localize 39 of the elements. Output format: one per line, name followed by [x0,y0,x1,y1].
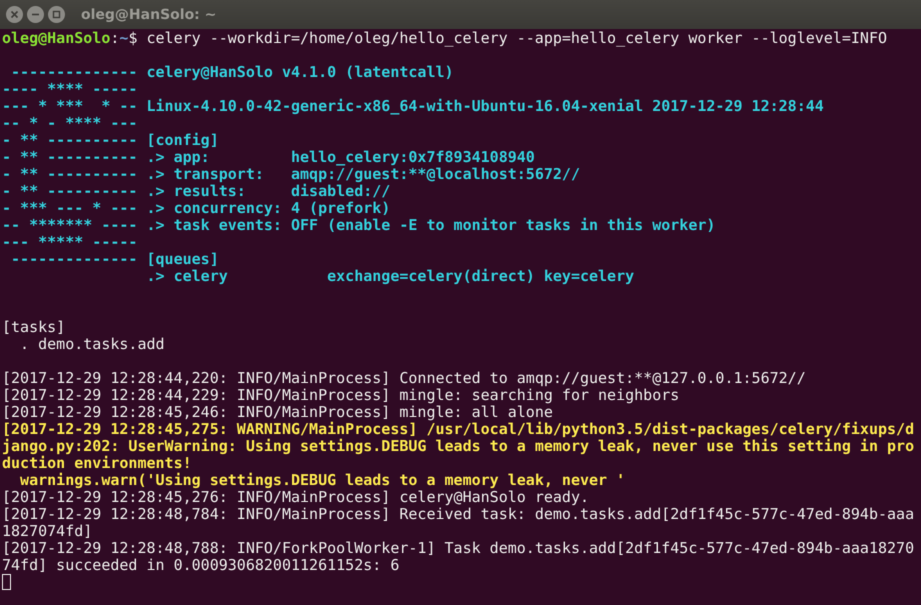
log-line: [2017-12-29 12:28:44,229: INFO/MainProcess] mingle: searching for neighbors [2,387,680,404]
log-line: 74fd] succeeded in 0.0009306820011261152s: 6 [2,557,400,574]
banner-line: -- ******* ---- .> task events: OFF (enable -E to monitor tasks in this worker) [2,217,716,234]
log-line: [2017-12-29 12:28:48,788: INFO/ForkPoolWorker-1] Task demo.tasks.add[2df1f45c-577c-47ed-894b-aaa18270 [2,540,914,557]
log-line: [2017-12-29 12:28:45,276: INFO/MainProcess] celery@HanSolo ready. [2,489,589,506]
text-cursor [2,574,11,590]
warning-line: duction environments! [2,455,192,472]
banner-line: - ** ---------- .> transport: amqp://guest:**@localhost:5672// [2,166,580,183]
warning-line: [2017-12-29 12:28:45,275: WARNING/MainProcess] /usr/local/lib/python3.5/dist-packages/celery/fixups/d [2,421,914,438]
warning-line: jango.py:202: UserWarning: Using settings.DEBUG leads to a memory leak, never use this setting in pro [2,438,914,455]
prompt-user: oleg@HanSolo [2,30,110,47]
banner-line: - *** --- * --- .> concurrency: 4 (prefork) [2,200,390,217]
close-icon [10,10,19,19]
log-line: 1827074fd] [2,523,92,540]
window-title: oleg@HanSolo: ~ [81,6,216,22]
prompt-separator: : [110,30,120,47]
banner-line: --- ***** ----- [2,234,138,251]
maximize-icon [52,10,61,19]
banner-line: -------------- celery@HanSolo v4.1.0 (latentcall) [10,64,454,81]
maximize-button[interactable] [48,6,65,23]
close-button[interactable] [6,6,23,23]
banner-line: - ** ---------- .> app: hello_celery:0x7f8934108940 [2,149,535,166]
prompt-symbol: $ [128,30,138,47]
banner-line: --- * *** * -- Linux-4.10.0-42-generic-x86_64-with-Ubuntu-16.04-xenial 2017-12-29 12:28:44 [2,98,824,115]
banner-line: ---- **** ----- [2,81,138,98]
log-line: . demo.tasks.add [19,336,165,353]
banner-line: - ** ---------- [config] [2,132,219,149]
log-line: [2017-12-29 12:28:44,220: INFO/MainProcess] Connected to amqp://guest:**@127.0.0.1:5672// [2,370,806,387]
minimize-button[interactable] [27,6,44,23]
log-line: [2017-12-29 12:28:48,784: INFO/MainProcess] Received task: demo.tasks.add[2df1f45c-577c-47ed-894b-aaa [2,506,914,523]
log-line: [2017-12-29 12:28:45,246: INFO/MainProcess] mingle: all alone [2,404,553,421]
log-line: [tasks] [2,319,66,336]
banner-line: -- * - **** --- [2,115,138,132]
banner-line: -------------- [queues] [10,251,219,268]
banner-line: - ** ---------- .> results: disabled:// [2,183,390,200]
warning-line: warnings.warn('Using settings.DEBUG leads to a memory leak, never ' [19,472,626,489]
banner-line: .> celery exchange=celery(direct) key=celery [145,268,634,285]
command-text: celery --workdir=/home/oleg/hello_celery --app=hello_celery worker --loglevel=INFO [146,30,888,47]
prompt-path: ~ [119,30,128,47]
